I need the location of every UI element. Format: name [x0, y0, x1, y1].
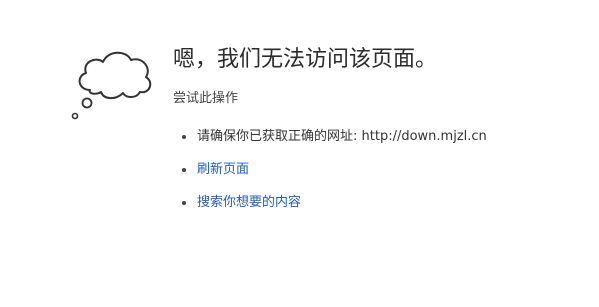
error-content: 嗯，我们无法访问该页面。 尝试此操作 请确保你已获取正确的网址: http://… — [173, 44, 593, 227]
refresh-page-link[interactable]: 刷新页面 — [197, 162, 249, 177]
bullet-icon — [182, 168, 186, 172]
suggestion-item-search: 搜索你想要的内容 — [173, 194, 593, 212]
suggestion-item-refresh: 刷新页面 — [173, 161, 593, 179]
thinking-cloud-icon — [71, 51, 152, 120]
suggestion-check-url-text: 请确保你已获取正确的网址: http://down.mjzl.cn — [197, 129, 487, 144]
suggestion-list: 请确保你已获取正确的网址: http://down.mjzl.cn 刷新页面 搜… — [173, 128, 593, 212]
error-title: 嗯，我们无法访问该页面。 — [173, 47, 438, 72]
bullet-icon — [182, 201, 186, 205]
error-subtitle: 尝试此操作 — [173, 91, 239, 106]
search-content-link[interactable]: 搜索你想要的内容 — [197, 195, 301, 210]
bullet-icon — [182, 135, 186, 139]
suggestion-item-check-url: 请确保你已获取正确的网址: http://down.mjzl.cn — [173, 128, 593, 146]
